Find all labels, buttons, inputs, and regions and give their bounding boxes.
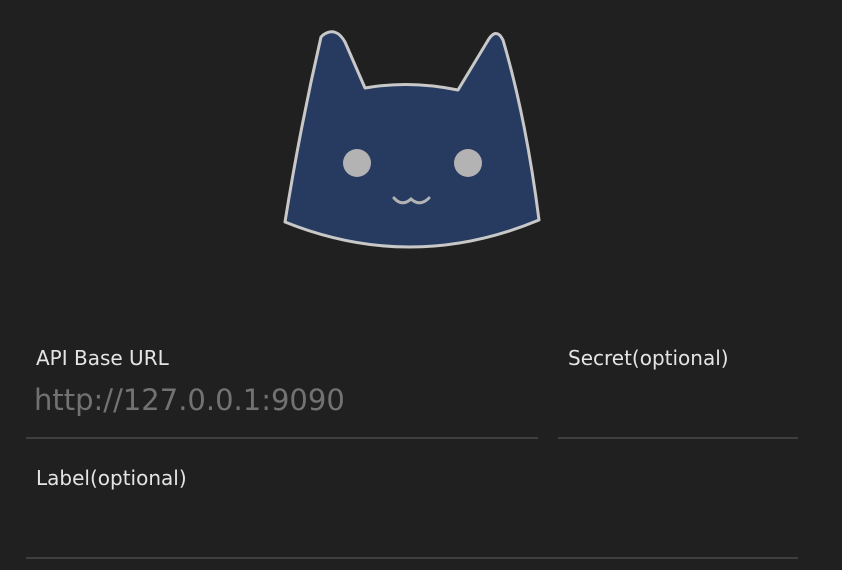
cat-logo-icon <box>283 30 541 249</box>
cat-right-eye <box>454 149 482 177</box>
label-field: Label(optional) <box>26 460 798 560</box>
secret-input[interactable] <box>558 380 798 420</box>
backend-setup-page: API Base URL Secret(optional) Label(opti… <box>0 0 842 570</box>
api-base-url-underline <box>26 437 538 439</box>
cat-left-eye <box>343 149 371 177</box>
cat-head-shape <box>283 30 541 249</box>
api-base-url-field: API Base URL <box>26 340 538 440</box>
api-base-url-label: API Base URL <box>36 346 169 370</box>
label-field-label: Label(optional) <box>36 466 187 490</box>
label-input[interactable] <box>26 500 798 540</box>
secret-underline <box>558 437 798 439</box>
label-underline <box>26 557 798 559</box>
api-base-url-input[interactable] <box>26 380 538 420</box>
secret-label: Secret(optional) <box>568 346 729 370</box>
secret-field: Secret(optional) <box>558 340 798 440</box>
